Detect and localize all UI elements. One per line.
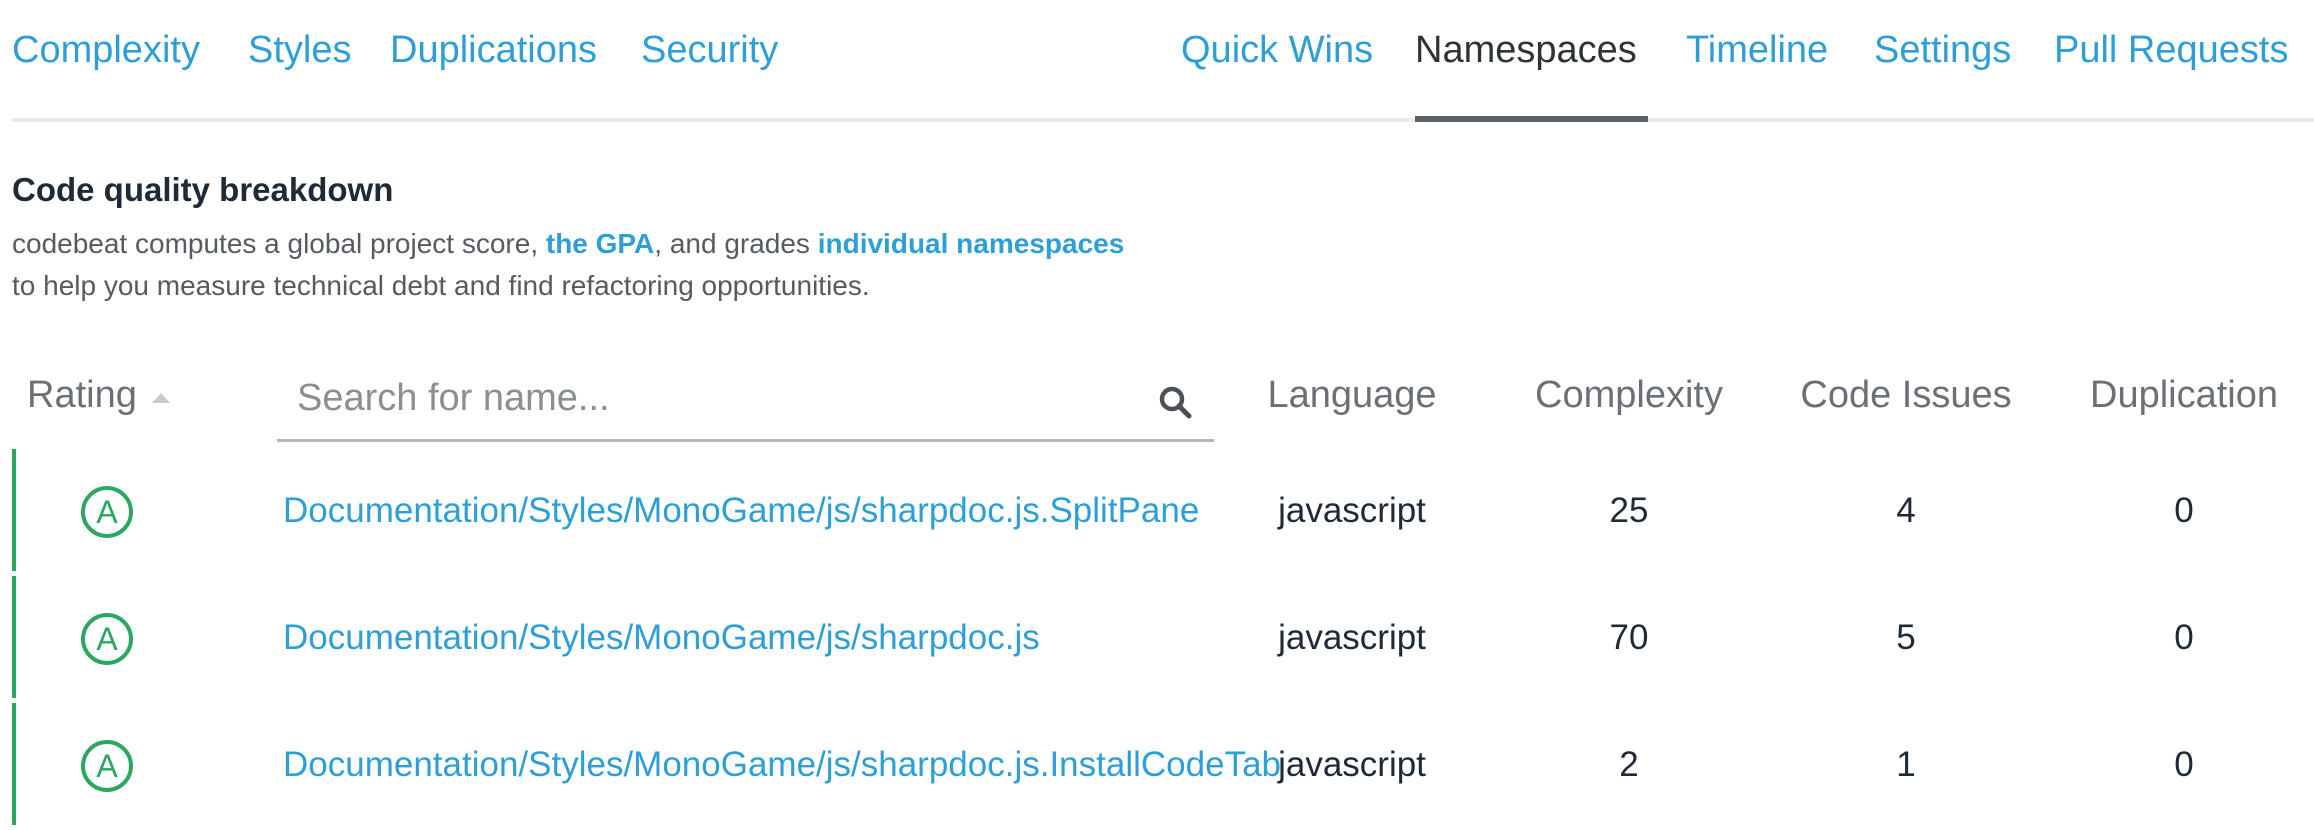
column-header-duplication[interactable]: Duplication bbox=[2064, 372, 2304, 418]
section-description: codebeat computes a global project score… bbox=[12, 223, 1124, 307]
gpa-link[interactable]: the GPA bbox=[546, 228, 654, 259]
namespace-link[interactable]: Documentation/Styles/MonoGame/js/sharpdo… bbox=[283, 741, 1281, 789]
grade-stripe bbox=[12, 576, 16, 698]
table-row[interactable]: A Documentation/Styles/MonoGame/js/sharp… bbox=[12, 576, 2314, 698]
duplication-cell: 0 bbox=[2174, 491, 2194, 530]
active-tab-indicator bbox=[1415, 116, 1648, 122]
namespace-link[interactable]: Documentation/Styles/MonoGame/js/sharpdo… bbox=[283, 487, 1199, 535]
column-header-language[interactable]: Language bbox=[1252, 372, 1452, 418]
search-input[interactable] bbox=[297, 370, 1117, 426]
language-cell: javascript bbox=[1278, 491, 1426, 530]
search-icon[interactable] bbox=[1157, 384, 1193, 420]
table-row[interactable]: A Documentation/Styles/MonoGame/js/sharp… bbox=[12, 449, 2314, 571]
description-text: to help you measure technical debt and f… bbox=[12, 270, 870, 301]
table-row[interactable]: A Documentation/Styles/MonoGame/js/sharp… bbox=[12, 703, 2314, 825]
namespaces-page: Complexity Styles Duplications Security … bbox=[0, 0, 2314, 830]
code-issues-cell: 1 bbox=[1896, 745, 1916, 784]
column-header-complexity[interactable]: Complexity bbox=[1509, 372, 1749, 418]
complexity-cell: 2 bbox=[1619, 745, 1639, 784]
description-text: codebeat computes a global project score… bbox=[12, 228, 546, 259]
individual-namespaces-link[interactable]: individual namespaces bbox=[818, 228, 1125, 259]
language-cell: javascript bbox=[1278, 618, 1426, 657]
grade-stripe bbox=[12, 703, 16, 825]
complexity-cell: 70 bbox=[1609, 618, 1649, 657]
duplication-cell: 0 bbox=[2174, 618, 2194, 657]
description-text: , and grades bbox=[654, 228, 818, 259]
search-box bbox=[277, 364, 1214, 442]
code-issues-cell: 5 bbox=[1896, 618, 1916, 657]
language-cell: javascript bbox=[1278, 745, 1426, 784]
namespace-link[interactable]: Documentation/Styles/MonoGame/js/sharpdo… bbox=[283, 614, 1040, 662]
grade-badge: A bbox=[81, 740, 133, 792]
code-issues-cell: 4 bbox=[1896, 491, 1916, 530]
column-header-rating[interactable]: Rating bbox=[27, 372, 137, 418]
section-heading: Code quality breakdown bbox=[12, 171, 394, 208]
grade-badge: A bbox=[81, 613, 133, 665]
sort-ascending-icon[interactable] bbox=[152, 393, 170, 403]
complexity-cell: 25 bbox=[1609, 491, 1649, 530]
column-header-code-issues[interactable]: Code Issues bbox=[1786, 372, 2026, 418]
duplication-cell: 0 bbox=[2174, 745, 2194, 784]
grade-stripe bbox=[12, 449, 16, 571]
grade-badge: A bbox=[81, 486, 133, 538]
